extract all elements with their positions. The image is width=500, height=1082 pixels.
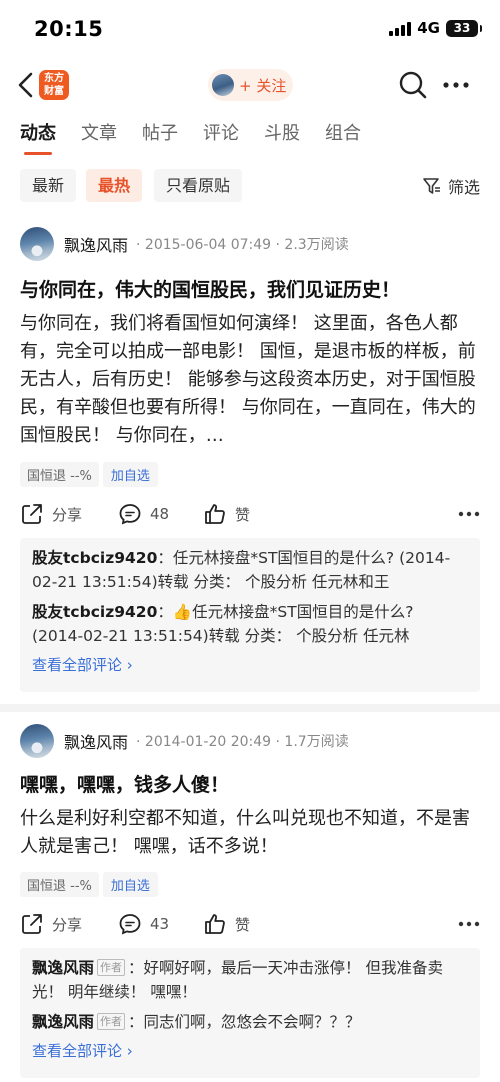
- comment-icon: [119, 504, 141, 525]
- follow-button[interactable]: + 关注: [208, 69, 293, 101]
- avatar[interactable]: [20, 227, 54, 261]
- post-body[interactable]: 什么是利好利空都不知道，什么叫兑现也不知道，不是害人就是害己！ 嘿嘿，话不多说！: [20, 805, 480, 865]
- comment-count: 48: [150, 505, 170, 523]
- tab-dynamics[interactable]: 动态: [20, 120, 56, 155]
- stock-tag: 国恒退 --% 加自选: [20, 461, 158, 487]
- comment-author: 飘逸风雨: [32, 1013, 95, 1031]
- share-button[interactable]: 分享: [20, 500, 82, 528]
- stock-tag: 国恒退 --% 加自选: [20, 871, 158, 897]
- post-author-row: 飘逸风雨 · 2015-06-04 07:49 · 2.3万阅读: [20, 227, 349, 261]
- status-bar: 20:15 4G 33: [0, 0, 500, 56]
- post-title[interactable]: 嘿嘿，嘿嘿，钱多人傻！: [20, 770, 480, 797]
- filter-latest[interactable]: 最新: [20, 169, 77, 202]
- nav-bar: 东方 财富 + 关注: [0, 60, 500, 110]
- share-button[interactable]: 分享: [20, 910, 82, 938]
- like-button[interactable]: 赞: [203, 910, 250, 938]
- comment-item[interactable]: 股友tcbciz9420：👍任元林接盘*ST国恒目的是什么? (2014-02-…: [32, 600, 468, 648]
- comment-author: 飘逸风雨: [32, 959, 95, 977]
- thumbs-up-icon: [205, 504, 225, 524]
- post-author-row: 飘逸风雨 · 2014-01-20 20:49 · 1.7万阅读: [20, 724, 349, 758]
- comments-preview: 股友tcbciz9420：任元林接盘*ST国恒目的是什么? (2014-02-2…: [20, 538, 480, 692]
- tab-articles[interactable]: 文章: [81, 120, 117, 152]
- post-meta: · 2015-06-04 07:49 · 2.3万阅读: [136, 237, 349, 253]
- comment-author: 股友tcbciz9420: [32, 603, 158, 621]
- signal-icon: [389, 20, 412, 36]
- filter-hottest[interactable]: 最热: [86, 169, 143, 202]
- share-icon: [22, 914, 42, 934]
- share-label: 分享: [52, 505, 83, 524]
- author-name[interactable]: 飘逸风雨: [64, 729, 128, 753]
- post-actions: 分享 43 赞: [20, 910, 480, 938]
- like-button[interactable]: 赞: [203, 500, 250, 528]
- more-dots-icon: [443, 82, 469, 88]
- more-dots-icon: [458, 921, 480, 927]
- author-name[interactable]: 飘逸风雨: [64, 232, 128, 256]
- follow-label: + 关注: [239, 76, 287, 95]
- battery-icon: 33: [446, 19, 482, 37]
- filter-original-only[interactable]: 只看原贴: [154, 169, 243, 202]
- comment-item[interactable]: 飘逸风雨 作者 ：好啊好啊，最后一天冲击涨停！ 但我准备卖光！ 明年继续！ 嘿嘿！: [32, 956, 468, 1004]
- share-label: 分享: [52, 915, 83, 934]
- network-type: 4G: [417, 19, 440, 37]
- comment-author: 股友tcbciz9420: [32, 549, 158, 567]
- divider: [0, 704, 500, 712]
- filter-button[interactable]: 筛选: [422, 169, 480, 202]
- author-badge: 作者: [97, 1013, 126, 1030]
- tab-bar: 动态 文章 帖子 评论 斗股 组合: [20, 120, 361, 160]
- more-dots-icon: [458, 511, 480, 517]
- comment-button[interactable]: 48: [118, 500, 169, 528]
- like-label: 赞: [235, 915, 251, 934]
- stock-tag-name[interactable]: 国恒退 --%: [20, 871, 99, 897]
- app-logo: 东方 财富: [39, 70, 69, 100]
- post-more-button[interactable]: [458, 504, 480, 528]
- status-time: 20:15: [34, 17, 104, 41]
- comment-text: 同志们啊，忽悠会不会啊？？？: [143, 1013, 361, 1031]
- comment-count: 43: [150, 915, 170, 933]
- post-title[interactable]: 与你同在，伟大的国恒股民，我们见证历史！: [20, 275, 480, 302]
- thumbs-up-icon: [205, 914, 225, 934]
- post-body[interactable]: 与你同在，我们将看国恒如何演绎！ 这里面，各色人都有，完全可以拍成一部电影！ 国…: [20, 310, 480, 456]
- comments-preview: 飘逸风雨 作者 ：好啊好啊，最后一天冲击涨停！ 但我准备卖光！ 明年继续！ 嘿嘿！ …: [20, 948, 480, 1078]
- add-watchlist-button[interactable]: 加自选: [102, 461, 158, 487]
- comment-item[interactable]: 股友tcbciz9420：任元林接盘*ST国恒目的是什么? (2014-02-2…: [32, 546, 468, 594]
- filter-label: 筛选: [447, 177, 480, 197]
- comment-icon: [119, 914, 141, 935]
- avatar[interactable]: [20, 724, 54, 758]
- add-watchlist-button[interactable]: 加自选: [102, 871, 158, 897]
- filter-icon: [423, 177, 440, 194]
- comment-button[interactable]: 43: [118, 910, 169, 938]
- more-button[interactable]: [441, 70, 471, 100]
- post-meta: · 2014-01-20 20:49 · 1.7万阅读: [136, 734, 349, 750]
- comment-item[interactable]: 飘逸风雨 作者 ：同志们啊，忽悠会不会啊？？？: [32, 1010, 468, 1034]
- tab-stock-battle[interactable]: 斗股: [264, 120, 300, 152]
- see-all-comments-link[interactable]: 查看全部评论 ›: [32, 1040, 468, 1061]
- post-actions: 分享 48 赞: [20, 500, 480, 528]
- tab-portfolio[interactable]: 组合: [325, 120, 361, 152]
- chevron-left-icon: [18, 72, 33, 98]
- stock-tag-name[interactable]: 国恒退 --%: [20, 461, 99, 487]
- avatar: [212, 74, 234, 96]
- post-more-button[interactable]: [458, 914, 480, 938]
- search-button[interactable]: [398, 70, 428, 100]
- tab-comments[interactable]: 评论: [203, 120, 239, 152]
- tab-posts[interactable]: 帖子: [142, 120, 178, 152]
- like-label: 赞: [235, 505, 251, 524]
- share-icon: [22, 504, 42, 524]
- search-icon: [399, 71, 427, 99]
- back-button[interactable]: [14, 70, 38, 100]
- see-all-comments-link[interactable]: 查看全部评论 ›: [32, 654, 468, 675]
- author-badge: 作者: [97, 959, 126, 976]
- filter-bar: 最新 最热 只看原贴 筛选: [20, 169, 480, 202]
